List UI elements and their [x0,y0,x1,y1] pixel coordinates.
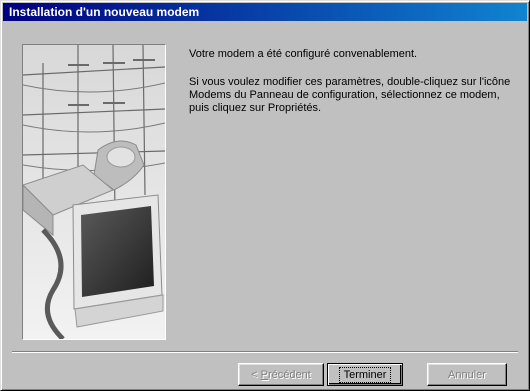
finish-button-label: Terminer [338,366,392,383]
cancel-button[interactable]: Annuler [427,363,507,386]
finish-button[interactable]: Terminer [327,363,403,386]
completion-message: Votre modem a été configuré convenableme… [189,48,515,130]
previous-button[interactable]: < Précédent [238,363,324,386]
button-separator [12,351,518,353]
success-text: Votre modem a été configuré convenableme… [189,48,418,60]
window-title: Installation d'un nouveau modem [9,5,200,19]
modem-illustration-icon [23,45,165,339]
previous-button-prefix: < [251,368,261,381]
previous-button-label: récédent [268,368,311,381]
cancel-button-label: Annuler [448,368,486,381]
previous-button-mnemonic: P [260,368,268,381]
wizard-window: Installation d'un nouveau modem Votre mo… [0,0,530,391]
wizard-illustration [22,44,166,340]
instructions-text: Si vous voulez modifier ces paramètres, … [189,76,511,114]
title-bar[interactable]: Installation d'un nouveau modem [3,3,527,21]
